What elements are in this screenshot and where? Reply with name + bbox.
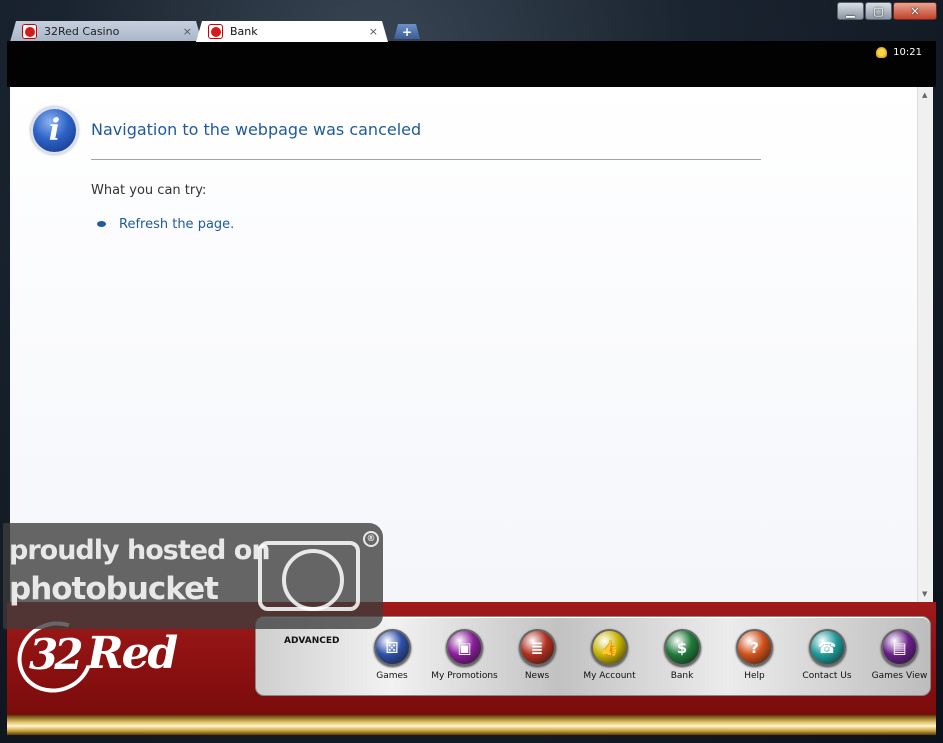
nav-label: Bank <box>670 671 694 681</box>
gift-icon: ▣ <box>446 629 483 666</box>
nav-contact-us-button[interactable]: ☎ Contact Us <box>790 629 864 691</box>
nav-help-button[interactable]: ? Help <box>718 629 792 691</box>
dice-icon: ⚄ <box>373 629 411 666</box>
scroll-down-icon[interactable]: ▼ <box>922 590 927 598</box>
nav-label: Games View <box>871 671 928 681</box>
nav-label: My Account <box>583 671 636 681</box>
page-title: Navigation to the webpage was canceled <box>91 120 422 139</box>
32red-favicon-icon <box>208 24 223 39</box>
watermark-line1: proudly hosted on <box>9 535 271 566</box>
clock-time: 10:21 <box>893 47 922 58</box>
bullet-icon <box>97 221 106 227</box>
vertical-scrollbar[interactable]: ▲ ▼ <box>917 87 933 602</box>
nav-my-account-button[interactable]: 👍 My Account <box>573 629 647 691</box>
nav-label: News <box>524 671 550 681</box>
nav-news-button[interactable]: ≣ News <box>500 629 574 691</box>
nav-label: My Promotions <box>431 671 498 681</box>
nav-label: Games <box>376 671 408 681</box>
games-view-icon: ▤ <box>881 629 918 666</box>
mode-label: ADVANCED <box>284 636 340 646</box>
clock: 10:21 <box>876 47 922 58</box>
tab-bank[interactable]: Bank × <box>196 21 388 42</box>
tab-close-icon[interactable]: × <box>183 25 192 38</box>
tab-title: 32Red Casino <box>44 25 120 38</box>
casino-top-bar: 10:21 <box>7 41 936 87</box>
tab-close-icon[interactable]: × <box>369 25 378 38</box>
scroll-up-icon[interactable]: ▲ <box>922 91 927 99</box>
tab-strip: 32Red Casino × Bank × + <box>10 20 420 42</box>
window-controls: ▁ ▢ ✕ <box>837 2 937 20</box>
minimize-icon: ▁ <box>846 4 855 18</box>
nav-games-view-button[interactable]: ▤ Games View <box>863 629 937 691</box>
question-icon: ? <box>736 629 773 666</box>
logo-number: 32 <box>29 630 83 679</box>
nav-my-promotions-button[interactable]: ▣ My Promotions <box>428 629 502 691</box>
close-icon: ✕ <box>910 4 920 18</box>
nav-label: Contact Us <box>802 671 852 681</box>
nav-label: Help <box>744 671 765 681</box>
32red-favicon-icon <box>22 24 37 39</box>
camera-icon <box>258 541 360 611</box>
watermark-line2: photobucket <box>9 571 219 607</box>
maximize-icon: ▢ <box>873 4 884 18</box>
gold-trim <box>7 715 936 735</box>
notification-bell-icon[interactable] <box>876 47 888 58</box>
minimize-button[interactable]: ▁ <box>837 2 864 20</box>
divider <box>91 159 761 160</box>
info-icon: i <box>31 107 78 154</box>
nav-games-button[interactable]: ⚄ Games <box>355 629 429 691</box>
newspaper-icon: ≣ <box>518 629 556 666</box>
tab-32red-casino[interactable]: 32Red Casino × <box>10 21 202 42</box>
maximize-button[interactable]: ▢ <box>865 2 892 20</box>
refresh-link[interactable]: Refresh the page. <box>119 217 234 232</box>
close-window-button[interactable]: ✕ <box>893 2 937 20</box>
registered-icon: ® <box>363 531 379 547</box>
logo-word: Red <box>87 628 178 679</box>
thumbs-up-icon: 👍 <box>591 629 628 666</box>
new-tab-button[interactable]: + <box>394 24 420 39</box>
photobucket-watermark: proudly hosted on photobucket ® <box>3 523 383 629</box>
try-label: What you can try: <box>91 183 207 198</box>
tab-title: Bank <box>230 25 258 38</box>
nav-bank-button[interactable]: $ Bank <box>645 629 719 691</box>
phone-icon: ☎ <box>808 629 846 666</box>
dollar-icon: $ <box>663 629 701 666</box>
32red-logo: 32 Red <box>5 609 190 705</box>
